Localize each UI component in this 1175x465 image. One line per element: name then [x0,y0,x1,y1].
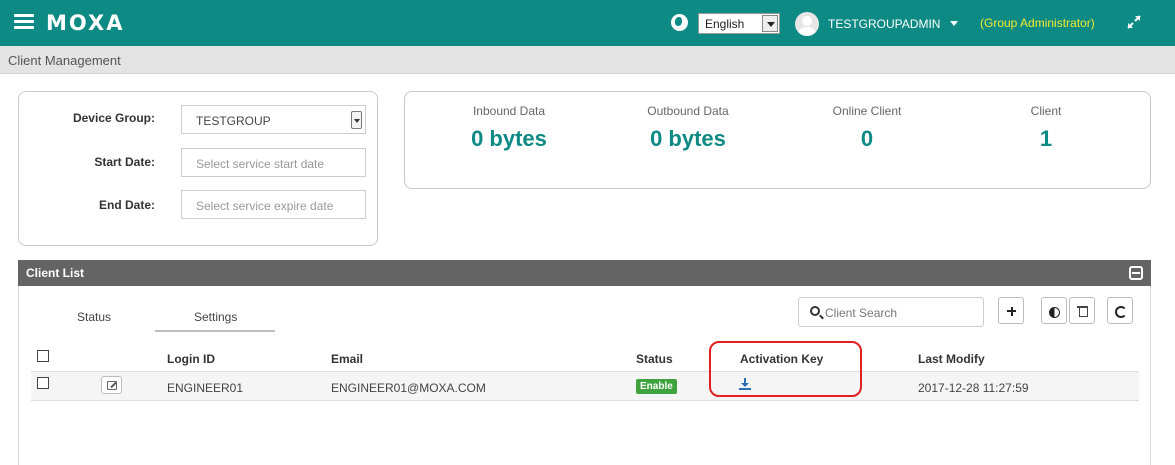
user-caret-icon[interactable] [950,21,958,26]
tab-status[interactable]: Status [77,310,111,324]
start-date-label: Start Date: [94,155,155,169]
start-date-field[interactable]: Select service start date [181,148,366,177]
collapse-icon[interactable] [1129,266,1143,280]
chevron-down-icon [762,15,778,32]
delete-button[interactable] [1069,297,1095,324]
edit-icon[interactable] [101,376,122,394]
client-list-header: Client List [18,260,1151,286]
stat-client: Client 1 [966,104,1126,152]
stats-card: Inbound Data 0 bytes Outbound Data 0 byt… [404,91,1151,189]
stat-label: Client [1030,104,1062,118]
device-group-select[interactable]: TESTGROUP [181,105,366,134]
panel-title: Client List [26,266,85,280]
device-group-value: TESTGROUP [196,114,271,128]
column-header-last-modify[interactable]: Last Modify [918,352,985,366]
top-bar: MOXA English TESTGROUPADMIN (Group Admin… [0,0,1175,46]
stat-inbound-data: Inbound Data 0 bytes [429,104,589,152]
toggle-button[interactable] [1041,297,1067,324]
stat-outbound-data: Outbound Data 0 bytes [608,104,768,152]
cell-last-modify: 2017-12-28 11:27:59 [918,381,1029,395]
row-checkbox[interactable] [37,377,49,389]
language-select[interactable]: English [698,13,780,34]
cell-login-id: ENGINEER01 [167,381,244,395]
active-tab-indicator [155,330,275,332]
stat-value: 0 [860,126,874,151]
stat-label: Inbound Data [472,104,546,118]
column-header-status[interactable]: Status [636,352,673,366]
username-menu[interactable]: TESTGROUPADMIN [828,17,940,31]
chevron-down-icon [351,111,362,129]
breadcrumb: Client Management [0,46,1175,74]
activation-key-highlight [709,341,862,397]
stat-label: Online Client [832,104,902,118]
stat-value: 1 [1039,126,1053,151]
stat-label: Outbound Data [647,104,729,118]
device-group-label: Device Group: [72,111,155,125]
search-icon [810,306,820,316]
avatar[interactable] [795,12,819,36]
cell-email: ENGINEER01@MOXA.COM [331,381,486,395]
globe-icon [671,14,688,31]
tab-settings[interactable]: Settings [194,310,237,324]
select-all-checkbox[interactable] [37,350,49,362]
menu-icon[interactable] [14,14,34,30]
column-header-email[interactable]: Email [331,352,363,366]
row-divider [31,400,1139,401]
page-title: Client Management [8,53,121,68]
stat-online-client: Online Client 0 [787,104,947,152]
role-label: (Group Administrator) [980,16,1095,30]
stat-value: 0 bytes [471,126,547,151]
language-value: English [705,17,745,31]
client-search[interactable] [798,297,984,327]
brand-logo[interactable]: MOXA [46,11,124,35]
filter-card: Device Group: TESTGROUP Start Date: Sele… [18,91,378,246]
client-list-panel: Status Settings Login ID Email Status Ac… [18,286,1151,465]
end-date-label: End Date: [98,198,155,212]
search-input[interactable] [825,304,975,322]
end-date-field[interactable]: Select service expire date [181,190,366,219]
expand-icon[interactable] [1127,15,1141,29]
status-badge: Enable [636,379,677,394]
stat-value: 0 bytes [650,126,726,151]
column-header-login-id[interactable]: Login ID [167,352,215,366]
refresh-button[interactable] [1107,297,1133,324]
add-client-button[interactable] [998,297,1024,324]
